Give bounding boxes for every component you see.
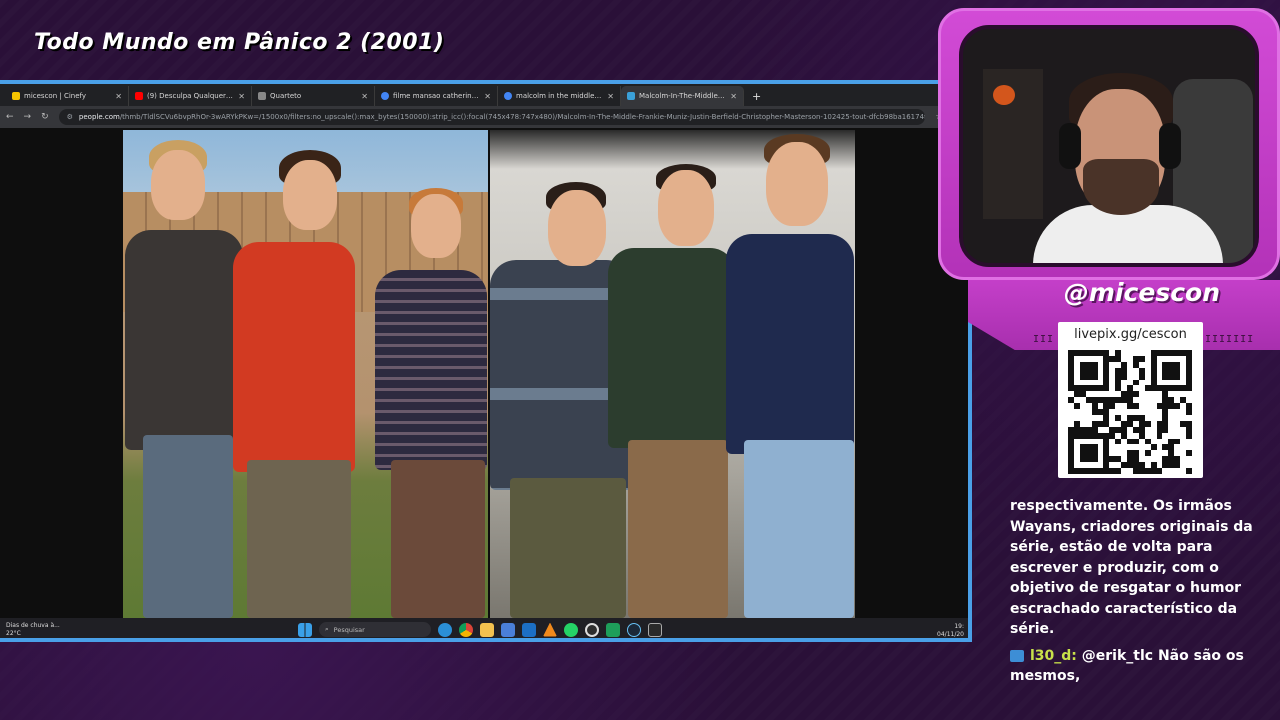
browser-tab-active[interactable]: Malcolm-In-The-Middle-Franki ✕ bbox=[621, 86, 744, 106]
steam-icon[interactable] bbox=[627, 622, 641, 637]
back-arrow-icon[interactable]: ← bbox=[6, 112, 14, 122]
tab-label: (9) Desculpa Qualquer Coisa - Y bbox=[147, 92, 234, 100]
browser-tab[interactable]: Quarteto ✕ bbox=[252, 86, 375, 106]
tab-label: filme mansao catherine zeta jo bbox=[393, 92, 480, 100]
page-viewport bbox=[0, 128, 968, 618]
decor-bars-left: III bbox=[1033, 334, 1055, 345]
tab-close-icon[interactable]: ✕ bbox=[238, 92, 245, 101]
browser-tab[interactable]: micescon | Cinefy ✕ bbox=[6, 86, 129, 106]
tab-close-icon[interactable]: ✕ bbox=[484, 92, 491, 101]
tab-close-icon[interactable]: ✕ bbox=[115, 92, 122, 101]
browser-tab[interactable]: filme mansao catherine zeta jo ✕ bbox=[375, 86, 498, 106]
tab-favicon-icon bbox=[627, 92, 635, 100]
chrome-icon[interactable] bbox=[459, 622, 473, 637]
weather-text: Dias de chuva à... bbox=[6, 622, 60, 629]
site-info-icon[interactable]: ⚙ bbox=[67, 113, 73, 121]
taskbar-icons: ⌕ Pesquisar bbox=[298, 622, 662, 637]
folder-icon[interactable] bbox=[480, 622, 494, 637]
browser-tab[interactable]: (9) Desculpa Qualquer Coisa - Y ✕ bbox=[129, 86, 252, 106]
tab-close-icon[interactable]: ✕ bbox=[730, 92, 737, 101]
taskbar-search-input[interactable]: ⌕ Pesquisar bbox=[319, 622, 431, 637]
tab-label: Malcolm-In-The-Middle-Franki bbox=[639, 92, 727, 100]
tab-label: micescon | Cinefy bbox=[24, 92, 87, 100]
epic-games-icon[interactable] bbox=[648, 622, 662, 637]
new-tab-button[interactable]: + bbox=[744, 90, 769, 106]
browser-capture: micescon | Cinefy ✕ (9) Desculpa Qualque… bbox=[0, 80, 972, 642]
clock-time: 19: bbox=[954, 623, 964, 630]
search-placeholder: Pesquisar bbox=[333, 625, 365, 634]
reload-icon[interactable]: ↻ bbox=[41, 112, 49, 122]
webcam-feed bbox=[959, 25, 1259, 267]
tab-close-icon[interactable]: ✕ bbox=[607, 92, 614, 101]
tab-label: Quarteto bbox=[270, 92, 302, 100]
address-bar: ← → ↻ ⚙ people.com/thmb/TldlSCVu6bvpRhOr… bbox=[0, 106, 968, 128]
edge-icon[interactable] bbox=[438, 622, 452, 637]
headset-icon bbox=[1059, 123, 1081, 169]
chat-message: respectivamente. Os irmãos Wayans, criad… bbox=[1010, 498, 1253, 637]
whatsapp-icon[interactable] bbox=[564, 622, 578, 637]
chat-badge-icon bbox=[1010, 649, 1024, 662]
decor-bars-right: IIIIIII bbox=[1205, 334, 1255, 345]
tab-favicon-icon bbox=[135, 92, 143, 100]
chat-username: l30_d: bbox=[1030, 647, 1077, 664]
chat-panel: respectivamente. Os irmãos Wayans, criad… bbox=[1010, 496, 1272, 687]
browser-tab[interactable]: malcolm in the middle reunion ✕ bbox=[498, 86, 621, 106]
obs-icon[interactable] bbox=[585, 622, 599, 637]
app-green-icon[interactable] bbox=[606, 622, 620, 637]
url-input[interactable]: ⚙ people.com/thmb/TldlSCVu6bvpRhOr-3wARY… bbox=[58, 109, 926, 125]
store-icon[interactable] bbox=[501, 622, 515, 637]
weather-widget[interactable]: Dias de chuva à... 22°C bbox=[6, 622, 60, 638]
windows-start-icon[interactable] bbox=[298, 622, 312, 637]
chat-message: l30_d: @erik_tlc Não são os mesmos, bbox=[1010, 646, 1272, 687]
search-icon: ⌕ bbox=[325, 625, 329, 633]
tab-favicon-icon bbox=[12, 92, 20, 100]
tab-favicon-icon bbox=[258, 92, 266, 100]
qr-code bbox=[1068, 350, 1192, 474]
windows-taskbar: Dias de chuva à... 22°C ⌕ Pesquisar 19: … bbox=[0, 618, 968, 638]
browser-tab-bar: micescon | Cinefy ✕ (9) Desculpa Qualque… bbox=[0, 84, 968, 106]
stream-title: Todo Mundo em Pânico 2 (2001) bbox=[34, 30, 445, 55]
tab-label: malcolm in the middle reunion bbox=[516, 92, 604, 100]
clock-date: 04/11/20 bbox=[937, 631, 964, 638]
tab-favicon-icon bbox=[381, 92, 389, 100]
streamer-handle: @micescon bbox=[1063, 278, 1220, 307]
forward-arrow-icon[interactable]: → bbox=[24, 112, 32, 122]
tab-favicon-icon bbox=[504, 92, 512, 100]
pumpkin-decoration bbox=[993, 85, 1015, 105]
livepix-url: livepix.gg/cescon bbox=[1074, 327, 1187, 342]
livepix-qr-card[interactable]: livepix.gg/cescon bbox=[1058, 322, 1203, 478]
url-host: people.com bbox=[78, 113, 120, 121]
outlook-icon[interactable] bbox=[522, 622, 536, 637]
tab-close-icon[interactable]: ✕ bbox=[361, 92, 368, 101]
taskbar-clock[interactable]: 19: 04/11/20 bbox=[937, 623, 964, 638]
webcam-frame bbox=[938, 8, 1280, 280]
cast-photo-reunion bbox=[490, 130, 855, 618]
cast-photo-2000s bbox=[123, 130, 488, 618]
vlc-icon[interactable] bbox=[543, 622, 557, 637]
url-path: /thmb/TldlSCVu6bvpRhOr-3wARYkPKw=/1500x0… bbox=[119, 113, 926, 121]
weather-temp: 22°C bbox=[6, 630, 21, 637]
